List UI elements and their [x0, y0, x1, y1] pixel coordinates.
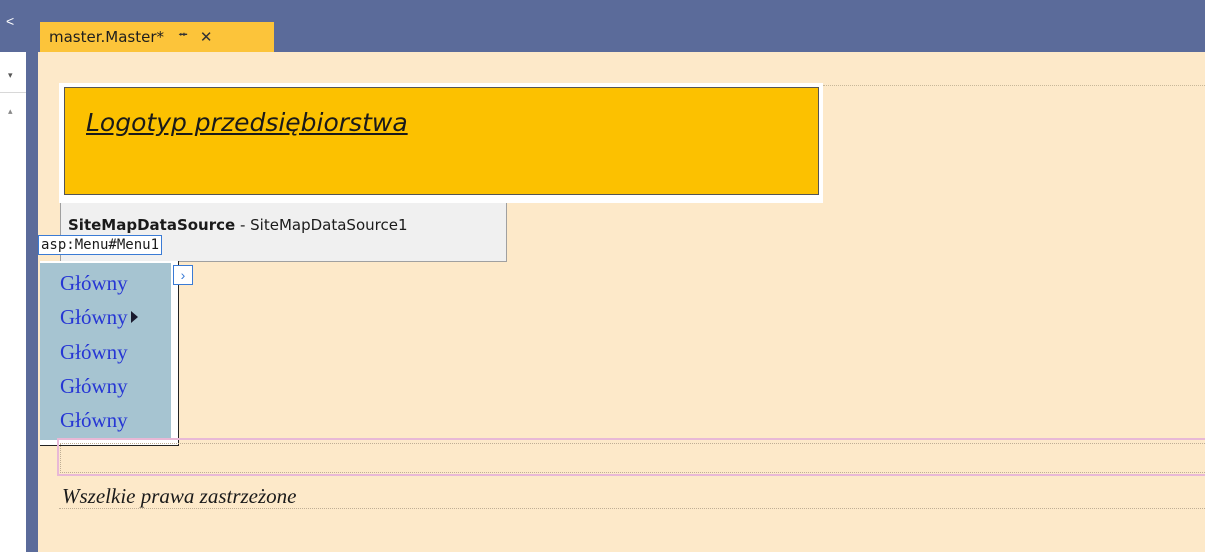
logo-text[interactable]: Logotyp przedsiębiorstwa: [86, 108, 408, 137]
sitemap-instance: SiteMapDataSource1: [250, 216, 408, 234]
smart-tag-chevron-icon[interactable]: ›: [173, 265, 193, 285]
menu-list: Główny Główny Główny Główny Główny: [40, 263, 171, 440]
editor-left-edge: [26, 52, 38, 552]
menu-item-label: Główny: [60, 340, 128, 364]
menu-item[interactable]: Główny: [60, 408, 128, 433]
sitemap-type: SiteMapDataSource: [68, 216, 236, 234]
chevron-left-icon[interactable]: <: [6, 14, 14, 28]
footer-outline: [59, 508, 1205, 509]
menu-item[interactable]: Główny: [60, 271, 128, 296]
sitemap-separator: -: [235, 216, 251, 234]
footer-text[interactable]: Wszelkie prawa zastrzeżone: [62, 484, 297, 509]
menu-item-label: Główny: [60, 305, 128, 329]
chevron-up-icon[interactable]: ▴: [8, 106, 13, 117]
close-icon[interactable]: ✕: [200, 28, 213, 46]
container-outline: [823, 85, 1205, 86]
tab-master-master[interactable]: master.Master* ⭺ ✕: [40, 22, 274, 52]
tab-label: master.Master*: [49, 28, 165, 46]
submenu-arrow-icon: [130, 311, 138, 323]
sitemap-datasource-label: SiteMapDataSource - SiteMapDataSource1: [68, 216, 408, 234]
logo-panel[interactable]: [64, 87, 819, 195]
chevron-down-icon[interactable]: ▾: [8, 70, 13, 81]
menu-item[interactable]: Główny: [60, 374, 128, 399]
menu-item-label: Główny: [60, 271, 128, 295]
menu-item-label: Główny: [60, 374, 128, 398]
menu-item-label: Główny: [60, 408, 128, 432]
left-strip: <: [0, 0, 26, 52]
gutter-divider: [0, 92, 26, 93]
menu-control-tag[interactable]: asp:Menu#Menu1: [38, 235, 163, 255]
pin-icon[interactable]: ⭺: [178, 26, 188, 48]
left-gutter: < ▾ ▴: [0, 0, 27, 552]
content-placeholder-inner: [60, 443, 1205, 473]
menu-item[interactable]: Główny: [60, 340, 128, 365]
menu-item[interactable]: Główny: [60, 305, 138, 330]
